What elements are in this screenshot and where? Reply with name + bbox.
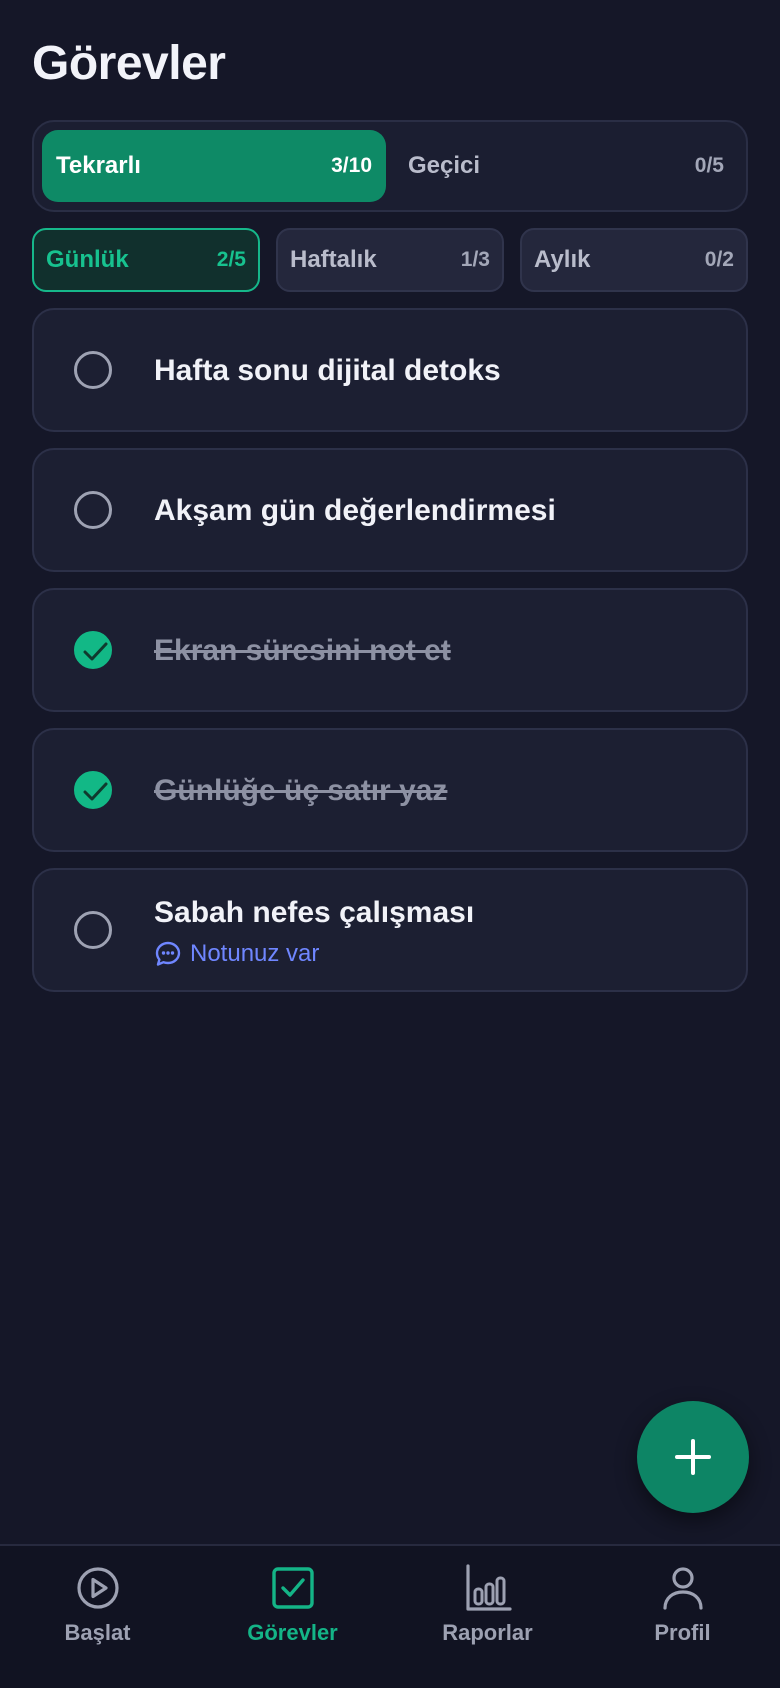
check-icon	[83, 642, 108, 661]
period-monthly[interactable]: Aylık 0/2	[520, 228, 748, 292]
task-note-link[interactable]: Notunuz var	[154, 940, 319, 968]
nav-label: Raporlar	[442, 1620, 533, 1645]
task-title: Akşam gün değerlendirmesi	[154, 494, 556, 527]
period-filter: Günlük 2/5 Haftalık 1/3 Aylık 0/2	[32, 228, 748, 292]
nav-label: Görevler	[247, 1620, 338, 1645]
chat-bubble-icon	[155, 941, 181, 966]
task-card[interactable]: Ekran süresini not et	[32, 588, 748, 712]
task-checkbox-checked[interactable]	[74, 771, 112, 809]
task-checkbox[interactable]	[74, 911, 112, 949]
period-label: Haftalık	[290, 246, 377, 273]
task-title: Hafta sonu dijital detoks	[154, 354, 501, 387]
plus-icon	[675, 1439, 711, 1475]
nav-item-start[interactable]: Başlat	[0, 1546, 195, 1688]
page-title: Görevler	[32, 37, 226, 90]
period-label: Günlük	[46, 246, 129, 273]
period-count: 0/2	[704, 248, 734, 271]
period-weekly[interactable]: Haftalık 1/3	[276, 228, 504, 292]
checkbox-icon	[271, 1567, 314, 1609]
nav-item-reports[interactable]: Raporlar	[390, 1546, 585, 1688]
task-type-segment: Tekrarlı 3/10 Geçici 0/5	[32, 120, 748, 212]
task-title: Ekran süresini not et	[154, 634, 451, 667]
segment-label: Tekrarlı	[56, 152, 141, 179]
task-checkbox[interactable]	[74, 491, 112, 529]
note-label: Notunuz var	[190, 940, 320, 967]
play-circle-icon	[76, 1567, 119, 1609]
period-count: 1/3	[460, 248, 490, 271]
task-card[interactable]: Günlüğe üç satır yaz	[32, 728, 748, 852]
check-icon	[83, 782, 108, 801]
bar-chart-icon	[465, 1564, 512, 1611]
period-label: Aylık	[534, 246, 591, 273]
period-count: 2/5	[216, 248, 246, 271]
task-card[interactable]: Akşam gün değerlendirmesi	[32, 448, 748, 572]
segment-recurring[interactable]: Tekrarlı 3/10	[42, 130, 386, 202]
segment-count: 0/5	[694, 154, 724, 177]
task-title: Sabah nefes çalışması	[154, 896, 475, 929]
nav-label: Profil	[654, 1620, 711, 1645]
bottom-nav: Başlat Görevler Raporlar Profil	[0, 1544, 780, 1688]
task-card[interactable]: Hafta sonu dijital detoks	[32, 308, 748, 432]
nav-item-tasks[interactable]: Görevler	[195, 1546, 390, 1688]
segment-count: 3/10	[331, 154, 372, 177]
nav-item-profile[interactable]: Profil	[585, 1546, 780, 1688]
task-card[interactable]: Sabah nefes çalışması Notunuz var	[32, 868, 748, 992]
add-task-button[interactable]	[637, 1401, 749, 1513]
task-checkbox[interactable]	[74, 351, 112, 389]
segment-label: Geçici	[408, 152, 481, 179]
period-daily[interactable]: Günlük 2/5	[32, 228, 260, 292]
segment-temporary[interactable]: Geçici 0/5	[394, 130, 738, 202]
task-checkbox-checked[interactable]	[74, 631, 112, 669]
nav-label: Başlat	[64, 1620, 131, 1645]
user-icon	[662, 1567, 703, 1610]
task-title: Günlüğe üç satır yaz	[154, 774, 448, 807]
